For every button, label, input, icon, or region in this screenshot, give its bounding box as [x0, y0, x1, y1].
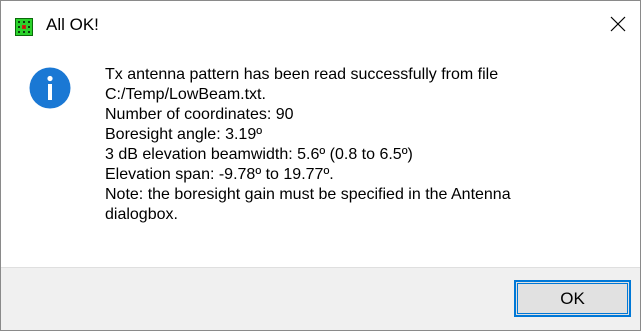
message-line: Number of coordinates: 90	[105, 106, 294, 123]
message-dialog: All OK! Tx antenna pattern has been read…	[0, 0, 641, 331]
message-text: Tx antenna pattern has been read success…	[105, 65, 625, 225]
message-line: Elevation span: -9.78º to 19.77º.	[105, 166, 334, 183]
title-bar: All OK!	[1, 1, 640, 51]
message-line: Boresight angle: 3.19º	[105, 126, 263, 143]
close-button[interactable]	[595, 1, 640, 51]
message-line: Note: the boresight gain must be specifi…	[105, 186, 511, 203]
dialog-content: Tx antenna pattern has been read success…	[1, 51, 640, 267]
ok-button[interactable]: OK	[514, 280, 631, 317]
dialog-title: All OK!	[46, 15, 99, 34]
message-line: 3 dB elevation beamwidth: 5.6º (0.8 to 6…	[105, 146, 413, 163]
app-grid-icon	[15, 18, 33, 36]
message-line: Tx antenna pattern has been read success…	[105, 66, 499, 83]
message-line: dialogbox.	[105, 206, 178, 223]
button-bar: OK	[1, 267, 640, 330]
close-icon	[610, 16, 626, 37]
info-icon	[29, 67, 71, 109]
message-line: C:/Temp/LowBeam.txt.	[105, 86, 266, 103]
